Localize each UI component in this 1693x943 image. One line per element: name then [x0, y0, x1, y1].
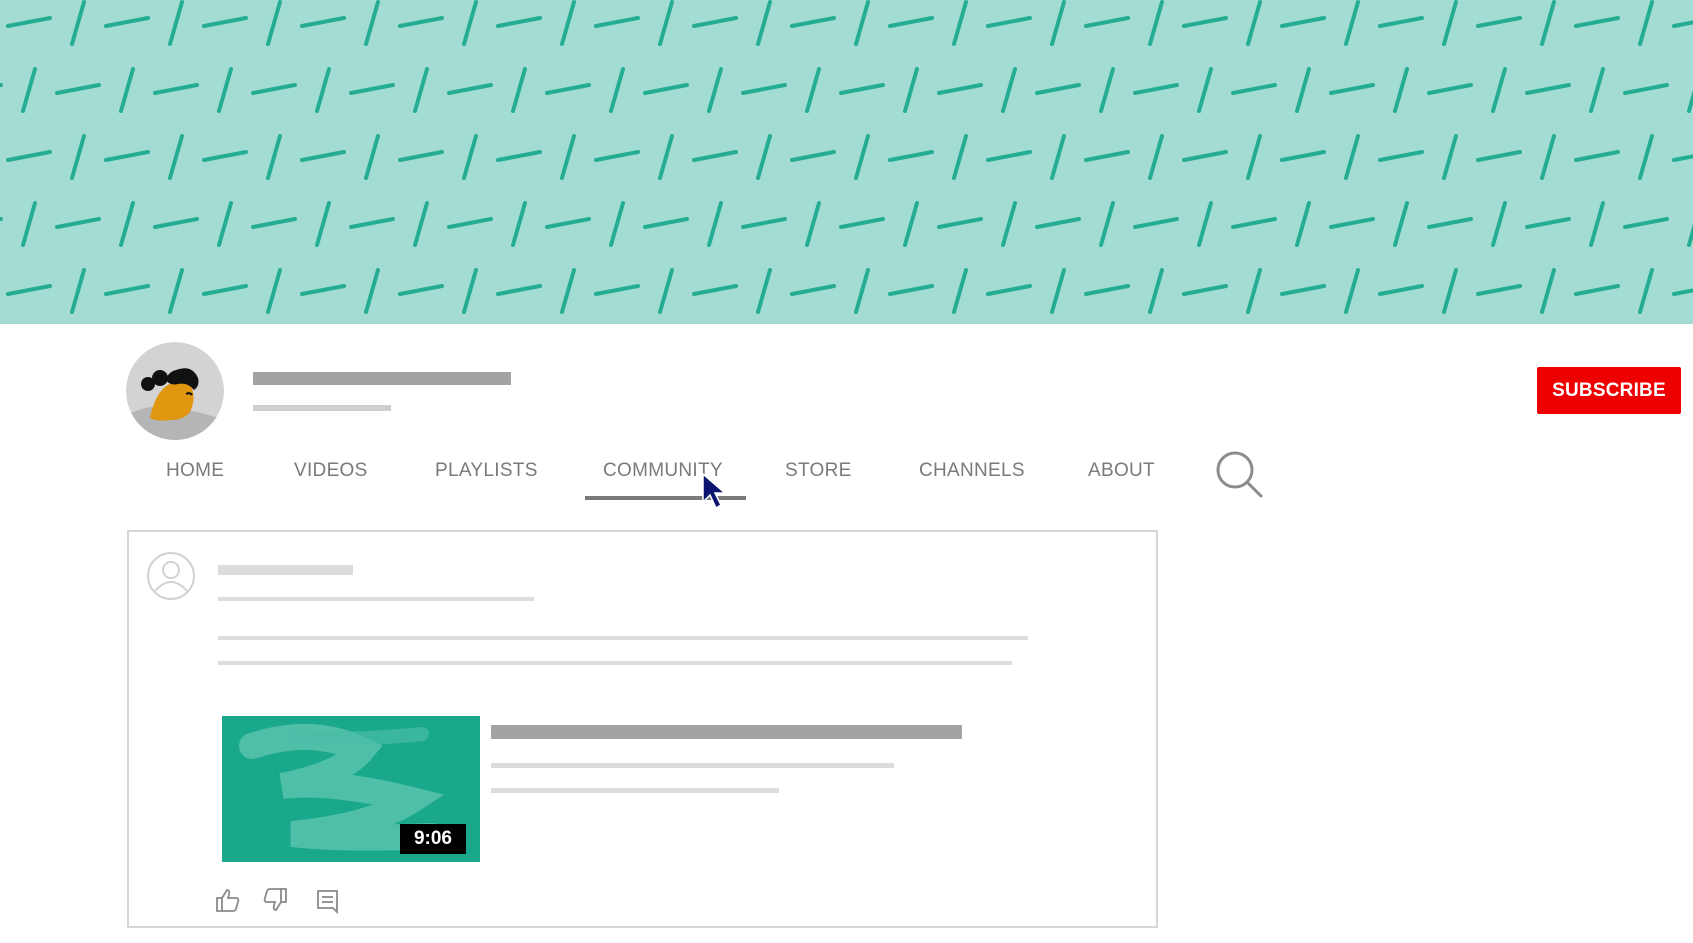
tab-home[interactable]: HOME: [166, 458, 224, 484]
channel-avatar[interactable]: [126, 342, 224, 440]
active-tab-indicator: [585, 496, 746, 500]
video-duration-badge: 9:06: [399, 824, 466, 854]
post-date-placeholder: [218, 597, 534, 601]
tab-channels[interactable]: CHANNELS: [919, 458, 1025, 484]
post-author-placeholder: [218, 565, 353, 575]
video-thumbnail[interactable]: 9:06: [222, 716, 480, 862]
post-text-line-1: [218, 636, 1028, 640]
search-icon[interactable]: [1215, 450, 1263, 498]
person-avatar-icon: [126, 342, 224, 440]
comment-icon[interactable]: [315, 888, 341, 915]
video-title-placeholder: [491, 725, 962, 739]
tab-playlists[interactable]: PLAYLISTS: [435, 458, 538, 484]
subscriber-count-placeholder: [253, 405, 391, 411]
user-avatar-icon[interactable]: [146, 551, 196, 601]
tab-store[interactable]: STORE: [785, 458, 852, 484]
post-text-line-2: [218, 661, 1012, 665]
banner-pattern: [0, 0, 1693, 324]
channel-page: SUBSCRIBE HOME VIDEOS PLAYLISTS COMMUNIT…: [0, 0, 1693, 943]
tab-about[interactable]: ABOUT: [1088, 458, 1155, 484]
video-channel-placeholder: [491, 763, 894, 768]
channel-banner: [0, 0, 1693, 324]
subscribe-button[interactable]: SUBSCRIBE: [1537, 367, 1681, 414]
channel-name-placeholder: [253, 372, 511, 385]
thumbs-up-icon[interactable]: [215, 887, 241, 913]
tab-community[interactable]: COMMUNITY: [603, 458, 723, 484]
tab-videos[interactable]: VIDEOS: [294, 458, 368, 484]
thumbs-down-icon[interactable]: [262, 887, 288, 913]
video-views-placeholder: [491, 788, 779, 793]
